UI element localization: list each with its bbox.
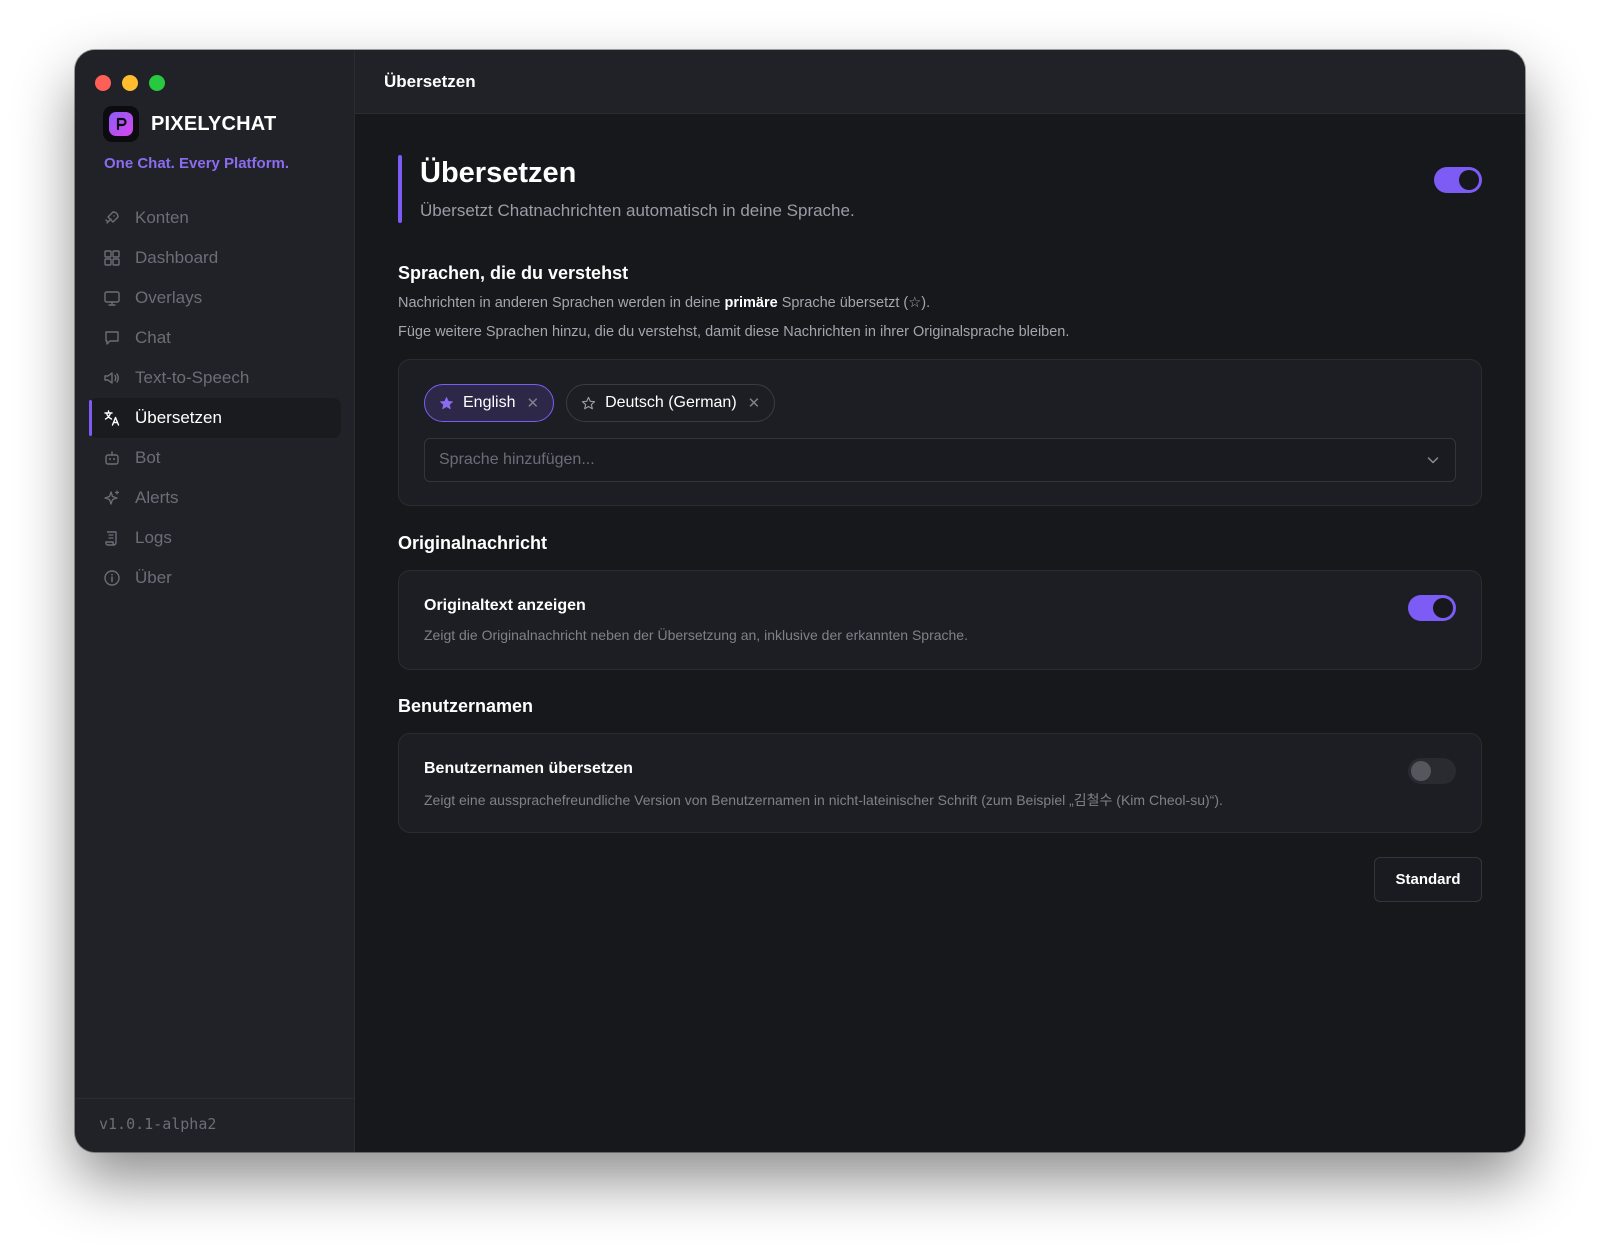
sidebar: PIXELYCHAT One Chat. Every Platform. Kon… — [75, 50, 355, 1152]
app-name: PIXELYCHAT — [151, 112, 277, 135]
translation-enabled-toggle[interactable] — [1434, 167, 1482, 193]
toggle-knob — [1433, 598, 1453, 618]
page-header: Übersetzen — [355, 50, 1525, 114]
app-tagline: One Chat. Every Platform. — [104, 155, 290, 172]
app-logo — [103, 106, 139, 142]
add-language-placeholder: Sprache hinzufügen... — [439, 451, 595, 468]
languages-description-1: Nachrichten in anderen Sprachen werden i… — [398, 289, 1482, 318]
chat-bubble-icon — [105, 331, 119, 345]
desc-text: Nachrichten in anderen Sprachen werden i… — [398, 295, 725, 311]
sidebar-item-dashboard[interactable]: Dashboard — [89, 238, 341, 278]
sidebar-item-alerts[interactable]: Alerts — [89, 478, 341, 518]
sidebar-item-text-to-speech[interactable]: Text-to-Speech — [89, 358, 341, 398]
usernames-card: Benutzernamen übersetzen Zeigt eine auss… — [398, 733, 1482, 833]
languages-section-title: Sprachen, die du verstehst — [398, 263, 629, 283]
sidebar-item-label: Logs — [135, 528, 172, 547]
translate-usernames-toggle[interactable] — [1408, 758, 1456, 784]
page-header-title: Übersetzen — [384, 71, 476, 91]
sidebar-item-label: Chat — [135, 328, 171, 347]
toggle-knob — [1459, 170, 1479, 190]
language-chip-german[interactable]: Deutsch (German) ✕ — [566, 384, 776, 422]
star-outline-icon[interactable] — [581, 396, 596, 411]
sparkle-icon — [104, 490, 120, 505]
accent-bar — [398, 155, 402, 223]
close-window-button[interactable] — [95, 75, 111, 91]
sidebar-item-logs[interactable]: Logs — [89, 518, 341, 558]
sidebar-nav: Konten Dashboard Overlays Chat Text-to-S… — [89, 198, 341, 598]
sidebar-item-label: Overlays — [135, 288, 203, 307]
rocket-icon — [105, 211, 119, 224]
toggle-knob — [1411, 761, 1431, 781]
sidebar-item-bot[interactable]: Bot — [89, 438, 341, 478]
star-filled-icon[interactable] — [439, 396, 454, 411]
sidebar-item-konten[interactable]: Konten — [89, 198, 341, 238]
app-window: PIXELYCHAT One Chat. Every Platform. Kon… — [75, 50, 1525, 1152]
logo-p-icon — [116, 117, 127, 131]
option-description: Zeigt eine aussprachefreundliche Version… — [424, 792, 1223, 808]
monitor-icon — [104, 291, 120, 306]
original-text-card: Originaltext anzeigen Zeigt die Original… — [398, 570, 1482, 670]
sidebar-item-label: Dashboard — [135, 248, 219, 267]
option-title: Originaltext anzeigen — [424, 597, 586, 614]
version-footer: v1.0.1-alpha2 — [75, 1098, 354, 1152]
language-chip-english[interactable]: English ✕ — [424, 384, 555, 422]
page-title: Übersetzen — [420, 157, 577, 189]
sidebar-item-label: Alerts — [135, 488, 179, 507]
remove-chip-icon[interactable]: ✕ — [748, 394, 761, 412]
desc-bold-text: primäre — [724, 295, 778, 311]
chevron-down-icon — [1427, 457, 1439, 464]
main-panel: Übersetzen Übersetzen Übersetzt Chatnach… — [355, 50, 1525, 1152]
option-title: Benutzernamen übersetzen — [424, 760, 633, 777]
show-original-toggle[interactable] — [1408, 595, 1456, 621]
footer-actions: Standard — [398, 857, 1482, 927]
reset-defaults-button[interactable]: Standard — [1374, 857, 1482, 902]
chip-label: English — [463, 394, 516, 411]
grid-icon — [104, 250, 120, 266]
option-description: Zeigt die Originalnachricht neben der Üb… — [424, 627, 968, 643]
sidebar-item-label: Konten — [135, 208, 189, 227]
feature-header: Übersetzen Übersetzt Chatnachrichten aut… — [398, 155, 1482, 223]
original-section-title: Originalnachricht — [398, 533, 548, 553]
scroll-icon — [105, 531, 117, 546]
sidebar-item-overlays[interactable]: Overlays — [89, 278, 341, 318]
page-subtitle: Übersetzt Chatnachrichten automatisch in… — [420, 201, 855, 220]
desc-text: Sprache übersetzt (☆). — [777, 295, 931, 311]
remove-chip-icon[interactable]: ✕ — [526, 394, 539, 412]
usernames-section-title: Benutzernamen — [398, 696, 534, 716]
sidebar-item-label: Über — [135, 568, 172, 587]
languages-card: English ✕ Deutsch (German) ✕ Sprache hin… — [398, 359, 1482, 506]
minimize-window-button[interactable] — [122, 75, 138, 91]
language-chip-list: English ✕ Deutsch (German) ✕ — [424, 384, 776, 422]
chip-label: Deutsch (German) — [605, 394, 737, 411]
robot-icon — [105, 451, 119, 465]
info-icon — [104, 570, 120, 586]
sidebar-item-chat[interactable]: Chat — [89, 318, 341, 358]
translate-icon — [104, 410, 120, 426]
settings-content: Übersetzen Übersetzt Chatnachrichten aut… — [398, 114, 1482, 927]
speaker-icon — [104, 372, 119, 384]
sidebar-item-label: Übersetzen — [135, 408, 222, 427]
sidebar-item-label: Text-to-Speech — [135, 368, 250, 387]
version-label: v1.0.1-alpha2 — [99, 1115, 217, 1133]
maximize-window-button[interactable] — [149, 75, 165, 91]
sidebar-item-uebersetzen[interactable]: Übersetzen — [89, 398, 341, 438]
window-controls — [95, 75, 165, 91]
sidebar-item-label: Bot — [135, 448, 161, 467]
brand: PIXELYCHAT — [103, 106, 276, 142]
add-language-select[interactable]: Sprache hinzufügen... — [424, 438, 1456, 482]
sidebar-item-ueber[interactable]: Über — [89, 558, 341, 598]
languages-description-2: Füge weitere Sprachen hinzu, die du vers… — [398, 324, 1070, 340]
